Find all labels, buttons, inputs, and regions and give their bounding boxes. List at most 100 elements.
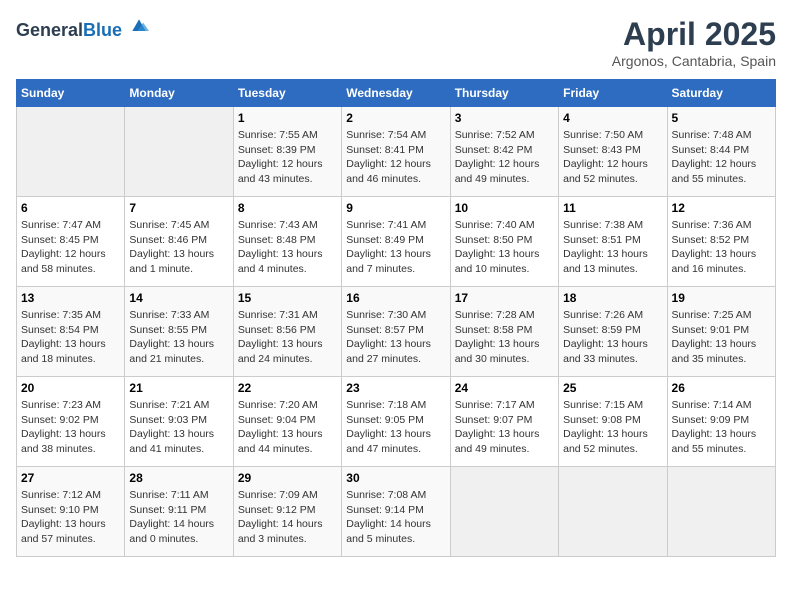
day-detail: Sunrise: 7:08 AMSunset: 9:14 PMDaylight:… bbox=[346, 488, 445, 547]
day-number: 3 bbox=[455, 111, 554, 125]
calendar-cell: 13 Sunrise: 7:35 AMSunset: 8:54 PMDayligh… bbox=[17, 287, 125, 377]
calendar-header-row: SundayMondayTuesdayWednesdayThursdayFrid… bbox=[17, 80, 776, 107]
day-detail: Sunrise: 7:25 AMSunset: 9:01 PMDaylight:… bbox=[672, 308, 771, 367]
logo-blue: Blue bbox=[83, 20, 122, 40]
calendar-cell: 18Sunrise: 7:26 AMSunset: 8:59 PMDayligh… bbox=[559, 287, 667, 377]
day-number: 1 bbox=[238, 111, 337, 125]
day-detail: Sunrise: 7:31 AMSunset: 8:56 PMDaylight:… bbox=[238, 308, 337, 367]
day-number: 20 bbox=[21, 381, 120, 395]
calendar-cell: 9 Sunrise: 7:41 AMSunset: 8:49 PMDaylight… bbox=[342, 197, 450, 287]
logo: GeneralBlue bbox=[16, 16, 149, 41]
day-detail: Sunrise: 7:41 AMSunset: 8:49 PMDaylight:… bbox=[346, 218, 445, 277]
day-detail: Sunrise: 7:54 AMSunset: 8:41 PMDaylight:… bbox=[346, 128, 445, 187]
day-detail: Sunrise: 7:45 AMSunset: 8:46 PMDaylight:… bbox=[129, 218, 228, 277]
page-header: GeneralBlue April 2025 Argonos, Cantabri… bbox=[16, 16, 776, 69]
day-detail: Sunrise: 7:52 AMSunset: 8:42 PMDaylight:… bbox=[455, 128, 554, 187]
day-number: 16 bbox=[346, 291, 445, 305]
calendar-cell bbox=[559, 467, 667, 557]
calendar-cell: 7 Sunrise: 7:45 AMSunset: 8:46 PMDaylight… bbox=[125, 197, 233, 287]
calendar-cell: 28 Sunrise: 7:11 AMSunset: 9:11 PMDayligh… bbox=[125, 467, 233, 557]
month-title: April 2025 bbox=[612, 16, 776, 53]
calendar-week-row: 27 Sunrise: 7:12 AMSunset: 9:10 PMDayligh… bbox=[17, 467, 776, 557]
day-detail: Sunrise: 7:43 AMSunset: 8:48 PMDaylight:… bbox=[238, 218, 337, 277]
day-number: 27 bbox=[21, 471, 120, 485]
calendar-week-row: 1 Sunrise: 7:55 AMSunset: 8:39 PMDaylight… bbox=[17, 107, 776, 197]
location-subtitle: Argonos, Cantabria, Spain bbox=[612, 53, 776, 69]
calendar-cell: 2 Sunrise: 7:54 AMSunset: 8:41 PMDaylight… bbox=[342, 107, 450, 197]
day-number: 13 bbox=[21, 291, 120, 305]
calendar-table: SundayMondayTuesdayWednesdayThursdayFrid… bbox=[16, 79, 776, 557]
calendar-cell: 15 Sunrise: 7:31 AMSunset: 8:56 PMDayligh… bbox=[233, 287, 341, 377]
day-number: 11 bbox=[563, 201, 662, 215]
day-detail: Sunrise: 7:09 AMSunset: 9:12 PMDaylight:… bbox=[238, 488, 337, 547]
day-number: 12 bbox=[672, 201, 771, 215]
calendar-cell: 27 Sunrise: 7:12 AMSunset: 9:10 PMDayligh… bbox=[17, 467, 125, 557]
day-number: 10 bbox=[455, 201, 554, 215]
calendar-cell: 1 Sunrise: 7:55 AMSunset: 8:39 PMDaylight… bbox=[233, 107, 341, 197]
day-of-week-header: Monday bbox=[125, 80, 233, 107]
day-number: 17 bbox=[455, 291, 554, 305]
day-detail: Sunrise: 7:26 AMSunset: 8:59 PMDaylight:… bbox=[563, 308, 662, 367]
day-number: 29 bbox=[238, 471, 337, 485]
day-number: 15 bbox=[238, 291, 337, 305]
day-detail: Sunrise: 7:15 AMSunset: 9:08 PMDaylight:… bbox=[563, 398, 662, 457]
calendar-cell: 5Sunrise: 7:48 AMSunset: 8:44 PMDaylight… bbox=[667, 107, 775, 197]
day-detail: Sunrise: 7:11 AMSunset: 9:11 PMDaylight:… bbox=[129, 488, 228, 547]
day-detail: Sunrise: 7:35 AMSunset: 8:54 PMDaylight:… bbox=[21, 308, 120, 367]
day-detail: Sunrise: 7:12 AMSunset: 9:10 PMDaylight:… bbox=[21, 488, 120, 547]
calendar-cell: 3 Sunrise: 7:52 AMSunset: 8:42 PMDaylight… bbox=[450, 107, 558, 197]
calendar-cell: 21 Sunrise: 7:21 AMSunset: 9:03 PMDayligh… bbox=[125, 377, 233, 467]
calendar-week-row: 20 Sunrise: 7:23 AMSunset: 9:02 PMDayligh… bbox=[17, 377, 776, 467]
day-detail: Sunrise: 7:28 AMSunset: 8:58 PMDaylight:… bbox=[455, 308, 554, 367]
day-of-week-header: Wednesday bbox=[342, 80, 450, 107]
day-detail: Sunrise: 7:38 AMSunset: 8:51 PMDaylight:… bbox=[563, 218, 662, 277]
calendar-cell: 10 Sunrise: 7:40 AMSunset: 8:50 PMDayligh… bbox=[450, 197, 558, 287]
calendar-cell: 22Sunrise: 7:20 AMSunset: 9:04 PMDayligh… bbox=[233, 377, 341, 467]
day-detail: Sunrise: 7:23 AMSunset: 9:02 PMDaylight:… bbox=[21, 398, 120, 457]
logo-icon bbox=[129, 16, 149, 36]
day-detail: Sunrise: 7:21 AMSunset: 9:03 PMDaylight:… bbox=[129, 398, 228, 457]
day-detail: Sunrise: 7:40 AMSunset: 8:50 PMDaylight:… bbox=[455, 218, 554, 277]
day-number: 7 bbox=[129, 201, 228, 215]
day-number: 21 bbox=[129, 381, 228, 395]
day-number: 9 bbox=[346, 201, 445, 215]
calendar-cell bbox=[17, 107, 125, 197]
calendar-cell: 16Sunrise: 7:30 AMSunset: 8:57 PMDayligh… bbox=[342, 287, 450, 377]
day-detail: Sunrise: 7:17 AMSunset: 9:07 PMDaylight:… bbox=[455, 398, 554, 457]
calendar-cell: 11 Sunrise: 7:38 AMSunset: 8:51 PMDayligh… bbox=[559, 197, 667, 287]
day-detail: Sunrise: 7:36 AMSunset: 8:52 PMDaylight:… bbox=[672, 218, 771, 277]
calendar-week-row: 6Sunrise: 7:47 AMSunset: 8:45 PMDaylight… bbox=[17, 197, 776, 287]
calendar-week-row: 13 Sunrise: 7:35 AMSunset: 8:54 PMDayligh… bbox=[17, 287, 776, 377]
day-number: 24 bbox=[455, 381, 554, 395]
logo-general: General bbox=[16, 20, 83, 40]
calendar-cell: 26 Sunrise: 7:14 AMSunset: 9:09 PMDayligh… bbox=[667, 377, 775, 467]
day-number: 4 bbox=[563, 111, 662, 125]
day-detail: Sunrise: 7:48 AMSunset: 8:44 PMDaylight:… bbox=[672, 128, 771, 187]
day-number: 30 bbox=[346, 471, 445, 485]
day-number: 28 bbox=[129, 471, 228, 485]
calendar-cell bbox=[450, 467, 558, 557]
day-of-week-header: Tuesday bbox=[233, 80, 341, 107]
day-detail: Sunrise: 7:14 AMSunset: 9:09 PMDaylight:… bbox=[672, 398, 771, 457]
day-number: 8 bbox=[238, 201, 337, 215]
day-number: 2 bbox=[346, 111, 445, 125]
day-detail: Sunrise: 7:18 AMSunset: 9:05 PMDaylight:… bbox=[346, 398, 445, 457]
day-number: 6 bbox=[21, 201, 120, 215]
day-detail: Sunrise: 7:33 AMSunset: 8:55 PMDaylight:… bbox=[129, 308, 228, 367]
calendar-cell: 29 Sunrise: 7:09 AMSunset: 9:12 PMDayligh… bbox=[233, 467, 341, 557]
calendar-cell: 30 Sunrise: 7:08 AMSunset: 9:14 PMDayligh… bbox=[342, 467, 450, 557]
calendar-cell: 24 Sunrise: 7:17 AMSunset: 9:07 PMDayligh… bbox=[450, 377, 558, 467]
calendar-cell: 12 Sunrise: 7:36 AMSunset: 8:52 PMDayligh… bbox=[667, 197, 775, 287]
day-of-week-header: Sunday bbox=[17, 80, 125, 107]
calendar-cell: 20 Sunrise: 7:23 AMSunset: 9:02 PMDayligh… bbox=[17, 377, 125, 467]
day-of-week-header: Thursday bbox=[450, 80, 558, 107]
calendar-cell: 17 Sunrise: 7:28 AMSunset: 8:58 PMDayligh… bbox=[450, 287, 558, 377]
calendar-cell bbox=[125, 107, 233, 197]
day-number: 26 bbox=[672, 381, 771, 395]
day-detail: Sunrise: 7:55 AMSunset: 8:39 PMDaylight:… bbox=[238, 128, 337, 187]
day-number: 22 bbox=[238, 381, 337, 395]
day-of-week-header: Saturday bbox=[667, 80, 775, 107]
day-detail: Sunrise: 7:50 AMSunset: 8:43 PMDaylight:… bbox=[563, 128, 662, 187]
day-number: 25 bbox=[563, 381, 662, 395]
calendar-cell: 14Sunrise: 7:33 AMSunset: 8:55 PMDayligh… bbox=[125, 287, 233, 377]
